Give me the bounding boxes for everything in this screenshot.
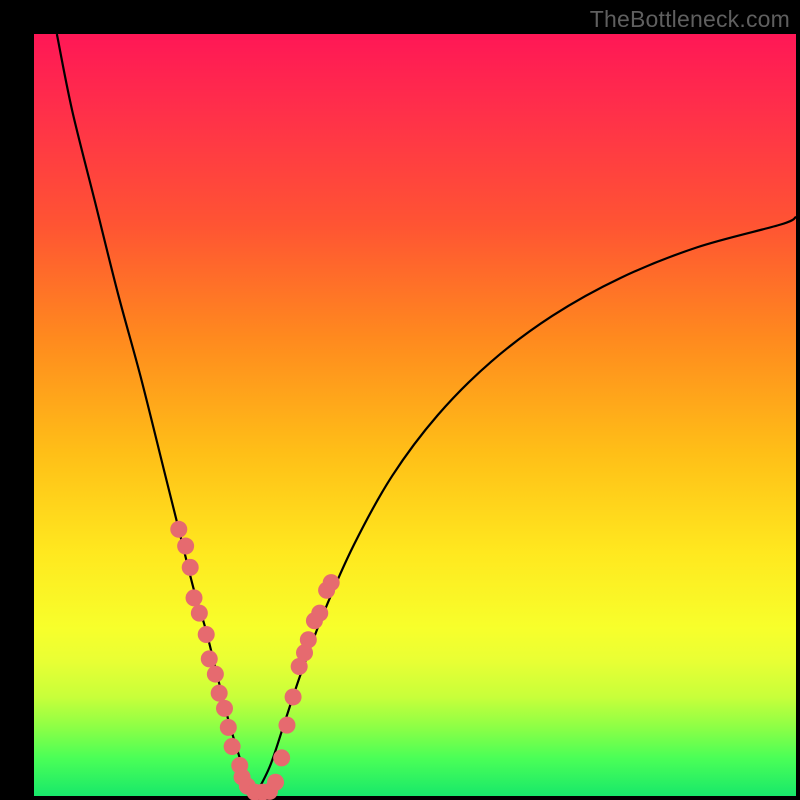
right-curve — [255, 217, 796, 796]
scatter-dot — [285, 688, 302, 705]
left-curve — [57, 34, 255, 796]
scatter-points — [170, 521, 339, 800]
scatter-dot — [220, 719, 237, 736]
scatter-dot — [211, 685, 228, 702]
scatter-dot — [207, 666, 224, 683]
scatter-dot — [198, 626, 215, 643]
scatter-dot — [224, 738, 241, 755]
scatter-dot — [278, 717, 295, 734]
scatter-dot — [201, 650, 218, 667]
scatter-dot — [273, 749, 290, 766]
scatter-dot — [267, 774, 284, 791]
plot-area — [34, 34, 796, 796]
scatter-dot — [182, 559, 199, 576]
scatter-dot — [186, 589, 203, 606]
scatter-dot — [311, 605, 328, 622]
chart-svg — [34, 34, 796, 796]
chart-frame: TheBottleneck.com — [0, 0, 800, 800]
watermark-text: TheBottleneck.com — [590, 6, 790, 33]
scatter-dot — [300, 631, 317, 648]
scatter-dot — [177, 538, 194, 555]
scatter-dot — [323, 574, 340, 591]
scatter-dot — [170, 521, 187, 538]
scatter-dot — [216, 700, 233, 717]
scatter-dot — [191, 605, 208, 622]
